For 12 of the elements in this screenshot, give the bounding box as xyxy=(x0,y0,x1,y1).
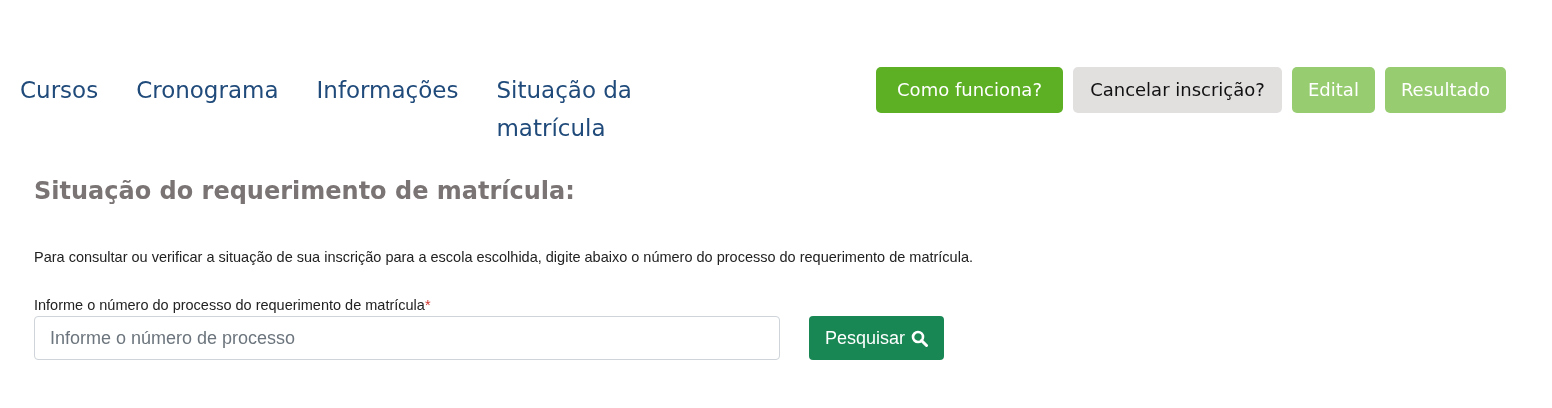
action-button[interactable]: Cancelar inscrição? xyxy=(1073,67,1282,113)
intro-text: Para consultar ou verificar a situação de sua inscrição para a escola escolhida, digite abaixo o número do processo do requerimento de matrícula. xyxy=(34,249,974,265)
nav-link[interactable]: Informações xyxy=(316,71,459,147)
nav-link[interactable]: Situação da matrícula xyxy=(496,71,667,147)
nav-link[interactable]: Cronograma xyxy=(136,71,279,147)
required-mark: * xyxy=(424,297,431,313)
nav-link[interactable]: Cursos xyxy=(20,71,99,147)
section-heading: Situação do requerimento de matrícula: xyxy=(34,177,576,205)
field-label: Informe o número do processo do requerimento de matrícula xyxy=(34,297,425,313)
process-number-field[interactable]: Informe o número de processo xyxy=(34,316,780,360)
search-button[interactable]: Pesquisar xyxy=(809,316,945,360)
search-icon xyxy=(911,329,929,347)
